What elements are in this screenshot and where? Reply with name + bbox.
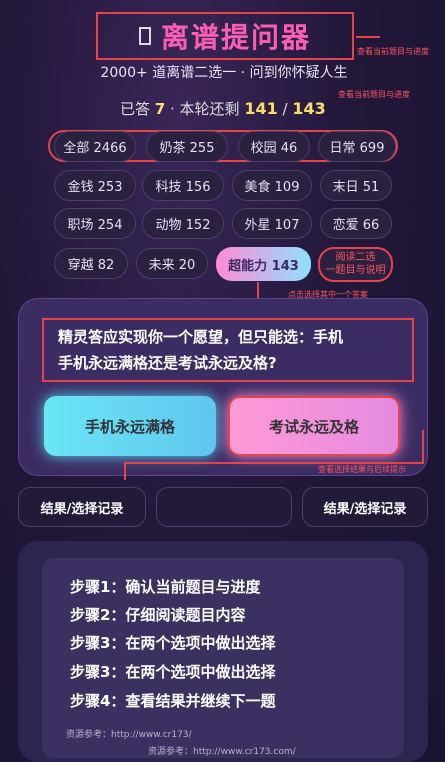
tag-aliens[interactable]: 外星 107 xyxy=(232,208,312,239)
question-line-2: 手机永远满格还是考试永远及格? xyxy=(58,354,277,372)
app-subtitle: 2000+ 道离谱二选一 · 问到你怀疑人生 xyxy=(100,65,348,81)
app-title: 离谱提问器 xyxy=(160,21,311,54)
annotation-title: 查看当前题目与进度 xyxy=(357,47,429,56)
choice-b-button[interactable]: 考试永远及格 xyxy=(228,396,400,456)
annotation-results: 查看选择结果与后续提示 xyxy=(318,465,406,474)
help-tag-line1: 阅读二选 xyxy=(335,252,376,263)
progress-separator: / xyxy=(282,100,288,118)
tag-food[interactable]: 美食 109 xyxy=(232,170,312,201)
tag-future[interactable]: 未来 20 xyxy=(136,248,208,279)
step-4: 步骤4：查看结果并继续下一题 xyxy=(70,692,276,710)
tag-romance[interactable]: 恋爱 66 xyxy=(320,208,392,239)
tag-superpower-selected[interactable]: 超能力 143 xyxy=(216,247,311,281)
app-header: 离谱提问器 xyxy=(98,14,352,58)
left-label: · 本轮还剩 xyxy=(170,100,240,118)
tag-time-travel[interactable]: 穿越 82 xyxy=(54,248,128,279)
step-2: 步骤2：仔细阅读题目内容 xyxy=(70,606,246,624)
result-record-button-right[interactable]: 结果/选择记录 xyxy=(302,487,428,527)
box-glyph-icon xyxy=(138,27,151,45)
resource-reference-2: 资源参考：http://www.cr173.com/ xyxy=(148,747,296,757)
step-1: 步骤1：确认当前题目与进度 xyxy=(70,578,261,596)
progress-indicator: 已答 7 · 本轮还剩 141 / 143 xyxy=(120,98,326,119)
tag-campus[interactable]: 校园 46 xyxy=(238,131,310,162)
annotation-arrow xyxy=(124,462,126,480)
tag-doomsday[interactable]: 末日 51 xyxy=(320,170,392,201)
tag-all[interactable]: 全部 2466 xyxy=(54,131,136,162)
tag-workplace[interactable]: 职场 254 xyxy=(54,208,136,239)
step-3: 步骤3：在两个选项中做出选择 xyxy=(70,634,276,652)
help-tag[interactable]: 阅读二选 一题目与说明 xyxy=(318,247,393,282)
tag-daily[interactable]: 日常 699 xyxy=(318,131,396,162)
left-count: 141 xyxy=(244,99,278,118)
question-line-1: 精灵答应实现你一个愿望，但只能选：手机 xyxy=(58,328,344,346)
tag-money[interactable]: 金钱 253 xyxy=(54,170,136,201)
answered-count: 7 xyxy=(154,100,166,118)
total-count: 143 xyxy=(292,99,326,118)
annotation-arrow xyxy=(356,36,380,38)
annotation-progress: 查看当前题目与进度 xyxy=(338,90,410,99)
result-record-button-left[interactable]: 结果/选择记录 xyxy=(18,487,146,527)
question-text: 精灵答应实现你一个愿望，但只能选：手机 手机永远满格还是考试永远及格? xyxy=(58,324,403,376)
answered-label: 已答 xyxy=(120,100,151,118)
step-3-repeat: 步骤3：在两个选项中做出选择 xyxy=(70,663,276,681)
resource-reference-1: 资源参考：http://www.cr173/ xyxy=(66,730,192,740)
annotation-arrow xyxy=(257,282,259,298)
result-placeholder-button[interactable] xyxy=(156,487,292,527)
tag-animals[interactable]: 动物 152 xyxy=(142,208,224,239)
annotation-arrow xyxy=(422,430,424,464)
tag-milk-tea[interactable]: 奶茶 255 xyxy=(146,131,228,162)
choice-a-button[interactable]: 手机永远满格 xyxy=(44,396,216,456)
tag-tech[interactable]: 科技 156 xyxy=(142,170,224,201)
help-tag-line2: 一题目与说明 xyxy=(325,264,386,276)
